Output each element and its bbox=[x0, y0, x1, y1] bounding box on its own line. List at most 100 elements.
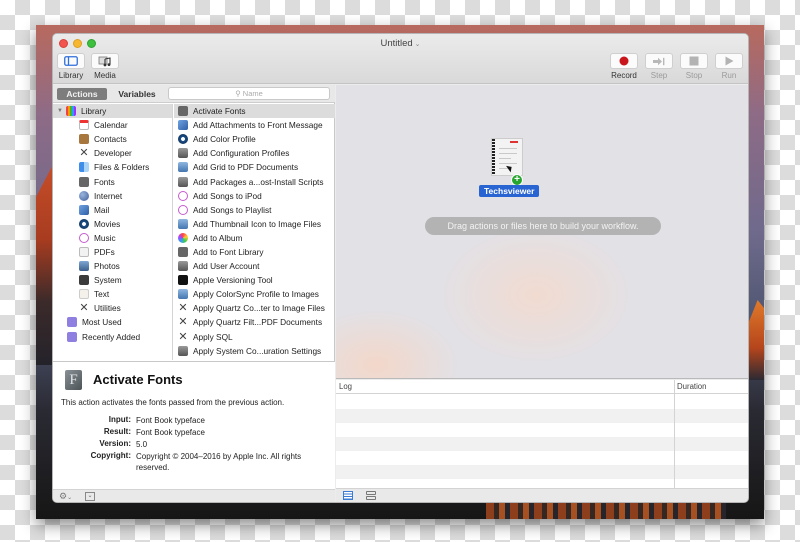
sidebar-icon bbox=[57, 53, 85, 69]
toggle-description-button[interactable]: ⌄ bbox=[85, 492, 95, 501]
gear-menu-button[interactable]: ⚙⌄ bbox=[59, 491, 72, 502]
photos-icon bbox=[178, 232, 188, 243]
font-icon bbox=[79, 176, 89, 187]
pdf-icon bbox=[79, 246, 89, 257]
tools-icon: ✕ bbox=[178, 302, 188, 315]
action-item[interactable]: Add Color Profile bbox=[174, 132, 335, 146]
action-item[interactable]: Apply ColorSync Profile to Images bbox=[174, 287, 335, 301]
action-item[interactable]: Add Attachments to Front Message bbox=[174, 118, 335, 132]
music-icon bbox=[178, 204, 188, 215]
workflow-canvas[interactable]: + Techsviewer Drag actions or files here… bbox=[336, 85, 748, 379]
category-files-folders[interactable]: Files & Folders bbox=[53, 160, 172, 174]
search-icon: ⚲ bbox=[235, 89, 241, 98]
action-item[interactable]: Apple Versioning Tool bbox=[174, 273, 335, 287]
library-panel: Actions Variables ⚲ Name ▼ Library Calen… bbox=[53, 85, 335, 502]
action-item[interactable]: ✕ Apply SQL bbox=[174, 330, 335, 344]
category-developer[interactable]: ✕ Developer bbox=[53, 146, 172, 160]
column-duration[interactable]: Duration bbox=[677, 382, 706, 391]
category-pdfs[interactable]: PDFs bbox=[53, 245, 172, 259]
category-fonts[interactable]: Fonts bbox=[53, 174, 172, 188]
log-rows bbox=[336, 395, 748, 493]
run-button[interactable]: Run bbox=[715, 53, 743, 80]
category-library[interactable]: ▼ Library bbox=[53, 104, 172, 119]
media-icon bbox=[91, 53, 119, 69]
action-item[interactable]: Activate Fonts bbox=[174, 104, 335, 119]
automator-icon bbox=[178, 261, 188, 272]
automator-icon bbox=[178, 345, 188, 356]
log-header: Log Duration bbox=[336, 380, 748, 394]
category-photos[interactable]: Photos bbox=[53, 259, 172, 273]
action-item[interactable]: Add to Album bbox=[174, 231, 335, 245]
step-button[interactable]: Step bbox=[645, 53, 673, 80]
action-item[interactable]: Add Songs to Playlist bbox=[174, 203, 335, 217]
quicktime-icon bbox=[178, 134, 188, 145]
category-system[interactable]: System bbox=[53, 273, 172, 287]
library-button[interactable]: Library bbox=[57, 53, 85, 80]
category-internet[interactable]: Internet bbox=[53, 189, 172, 203]
disclosure-triangle-icon[interactable]: ▼ bbox=[57, 104, 63, 118]
window-title[interactable]: Untitled ⌄ bbox=[53, 38, 748, 49]
document-icon[interactable] bbox=[491, 138, 523, 176]
category-recently-added[interactable]: Recently Added bbox=[53, 330, 172, 344]
preview-icon bbox=[178, 162, 188, 173]
action-item[interactable]: Add to Font Library bbox=[174, 245, 335, 259]
category-list: ▼ Library Calendar Contacts ✕ Developer … bbox=[53, 104, 173, 360]
font-icon: F bbox=[65, 370, 82, 390]
description-title: Activate Fonts bbox=[93, 372, 183, 387]
action-item[interactable]: Add Packages a...ost-Install Scripts bbox=[174, 174, 335, 188]
action-item[interactable]: ✕ Apply Quartz Filt...PDF Documents bbox=[174, 315, 335, 329]
calendar-icon bbox=[79, 120, 89, 131]
tab-variables[interactable]: Variables bbox=[111, 88, 163, 100]
media-button[interactable]: Media bbox=[91, 53, 119, 80]
automator-icon bbox=[178, 176, 188, 187]
play-icon bbox=[715, 53, 743, 69]
system-icon bbox=[79, 275, 89, 286]
chevron-down-icon: ⌄ bbox=[414, 41, 421, 48]
category-most-used[interactable]: Most Used bbox=[53, 315, 172, 329]
category-calendar[interactable]: Calendar bbox=[53, 118, 172, 132]
stop-icon bbox=[680, 53, 708, 69]
music-icon bbox=[178, 190, 188, 201]
photos-icon bbox=[79, 261, 89, 272]
stop-button[interactable]: Stop bbox=[680, 53, 708, 80]
tools-icon: ✕ bbox=[178, 316, 188, 329]
category-mail[interactable]: Mail bbox=[53, 203, 172, 217]
description-result: Result: Font Book typeface bbox=[103, 427, 205, 437]
list-view-icon[interactable] bbox=[343, 491, 353, 500]
tools-icon: ✕ bbox=[178, 330, 188, 343]
action-description: F Activate Fonts This action activates t… bbox=[53, 361, 335, 489]
tools-icon: ✕ bbox=[79, 302, 89, 315]
smart-folder-icon bbox=[67, 331, 77, 342]
globe-icon bbox=[79, 190, 89, 201]
action-list: Activate Fonts Add Attachments to Front … bbox=[174, 104, 335, 360]
log-table: Log Duration bbox=[336, 380, 748, 489]
category-utilities[interactable]: ✕ Utilities bbox=[53, 301, 172, 315]
split-view-icon[interactable] bbox=[366, 491, 376, 500]
action-item[interactable]: Add Thumbnail Icon to Image Files bbox=[174, 217, 335, 231]
category-text[interactable]: Text bbox=[53, 287, 172, 301]
action-item[interactable]: Add User Account bbox=[174, 259, 335, 273]
action-item[interactable]: ✕ Apply Quartz Co...ter to Image Files bbox=[174, 301, 335, 315]
automator-window: Untitled ⌄ Library Media Record Step Sto… bbox=[52, 33, 749, 503]
category-movies[interactable]: Movies bbox=[53, 217, 172, 231]
smart-folder-icon bbox=[67, 317, 77, 328]
tools-icon: ✕ bbox=[79, 147, 89, 160]
mail-icon bbox=[79, 204, 89, 215]
library-tab-bar: Actions Variables ⚲ Name bbox=[53, 85, 335, 103]
preview-icon bbox=[178, 218, 188, 229]
category-contacts[interactable]: Contacts bbox=[53, 132, 172, 146]
description-copyright: Copyright: Copyright © 2004–2016 by Appl… bbox=[90, 451, 302, 472]
wallpaper-mountain bbox=[748, 300, 764, 380]
action-item[interactable]: Apply System Co...uration Settings bbox=[174, 344, 335, 358]
action-item[interactable]: Add Configuration Profiles bbox=[174, 146, 335, 160]
tab-actions[interactable]: Actions bbox=[57, 88, 107, 100]
dragged-file-label: Techsviewer bbox=[479, 185, 540, 197]
action-item[interactable]: Add Songs to iPod bbox=[174, 189, 335, 203]
action-item[interactable]: Add Grid to PDF Documents bbox=[174, 160, 335, 174]
search-input[interactable]: ⚲ Name bbox=[168, 87, 330, 100]
mail-icon bbox=[178, 120, 188, 131]
record-button[interactable]: Record bbox=[610, 53, 638, 80]
category-music[interactable]: Music bbox=[53, 231, 172, 245]
column-log[interactable]: Log bbox=[339, 382, 352, 391]
text-icon bbox=[79, 289, 89, 300]
